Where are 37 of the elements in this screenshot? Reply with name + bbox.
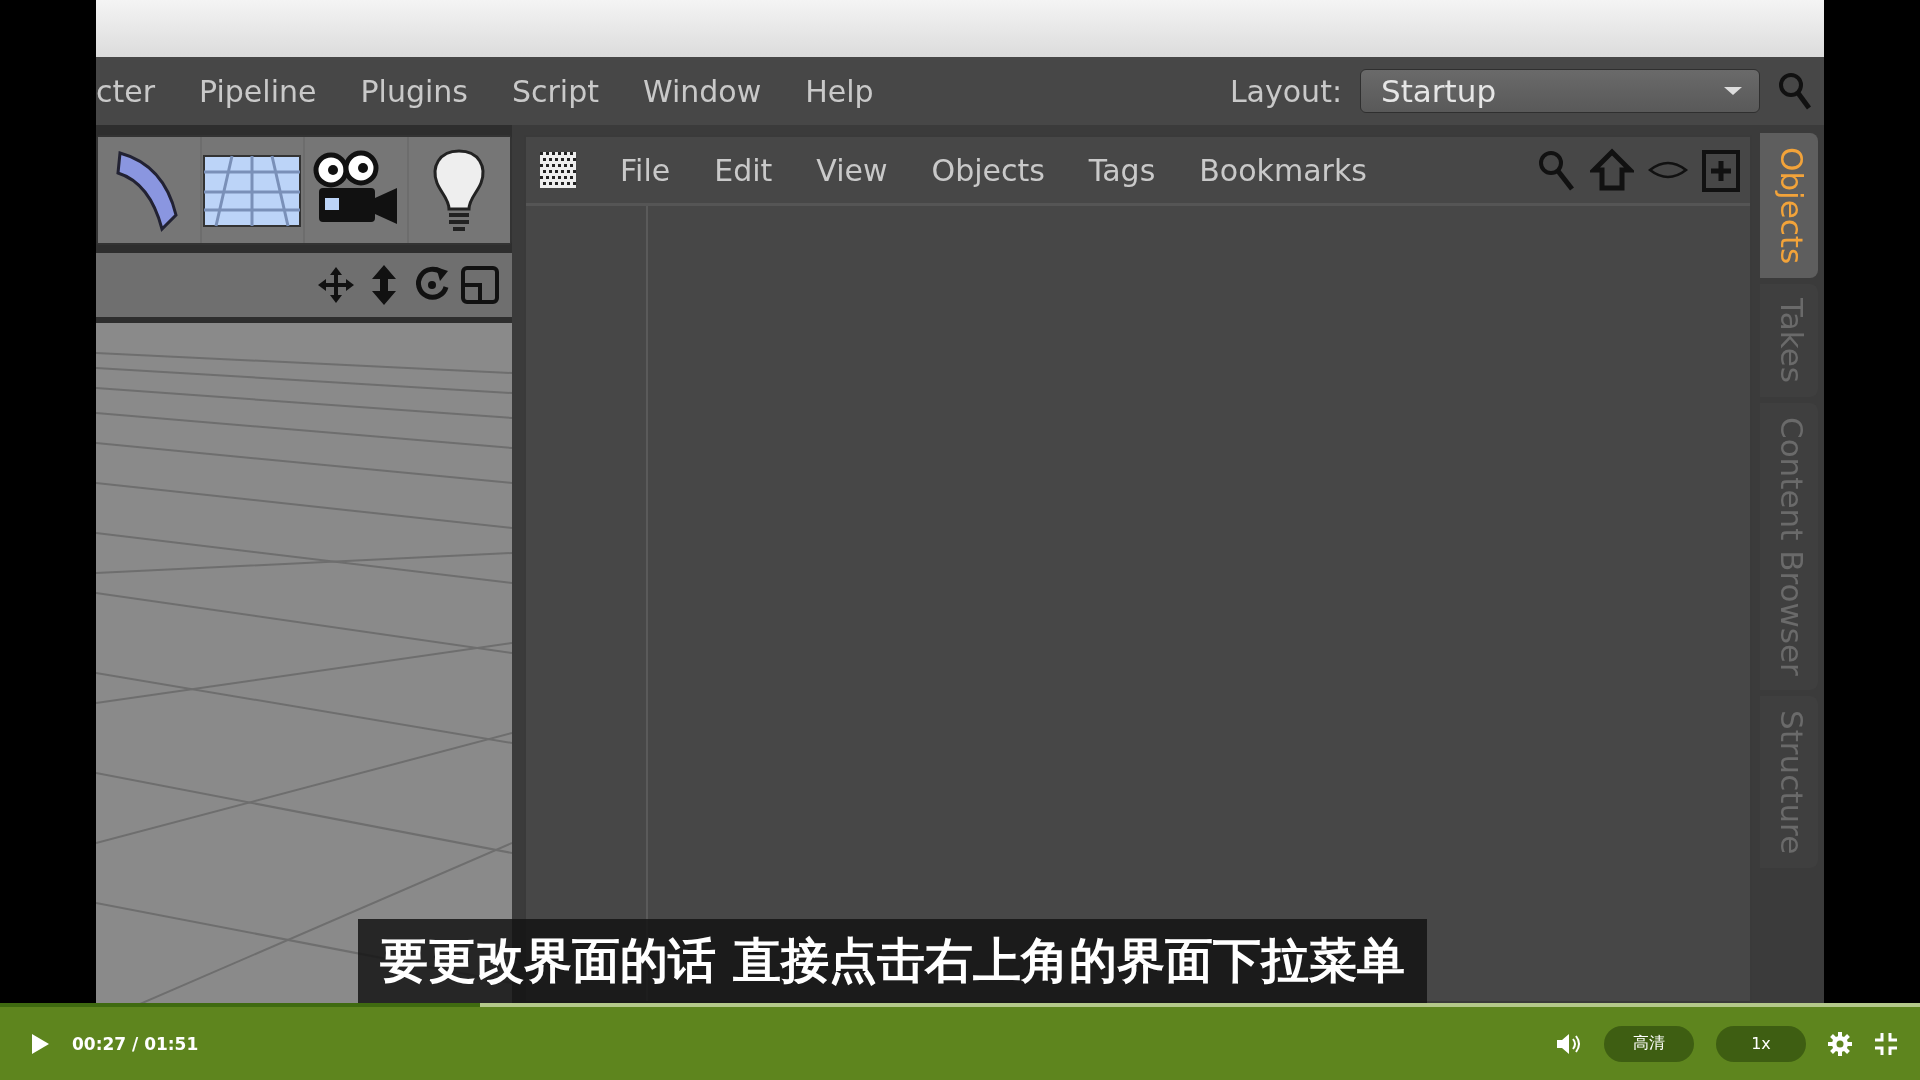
add-icon[interactable] xyxy=(1702,148,1740,192)
menu-item[interactable]: Help xyxy=(805,73,874,109)
light-tool-button[interactable] xyxy=(408,137,510,243)
layout-dropdown[interactable]: Startup xyxy=(1360,69,1760,113)
caret-icon xyxy=(1723,86,1743,96)
menu-item[interactable]: Bookmarks xyxy=(1199,152,1367,188)
menu-item[interactable]: Window xyxy=(642,73,762,109)
panel-tab[interactable]: Objects xyxy=(1760,133,1818,279)
camera-tool-button[interactable] xyxy=(305,137,407,243)
window-icon[interactable] xyxy=(460,265,500,305)
menu-item[interactable]: Script xyxy=(511,73,599,109)
menu-item[interactable]: Tags xyxy=(1088,152,1156,188)
menu-item[interactable]: Edit xyxy=(714,152,773,188)
menu-item[interactable]: cter xyxy=(96,73,156,109)
time-display: 00:27 / 01:51 xyxy=(72,1033,199,1054)
grid-icon[interactable] xyxy=(540,152,576,188)
subtitle-caption: 要更改界面的话 直接点击右上角的界面下拉菜单 xyxy=(358,919,1427,1003)
move-icon[interactable] xyxy=(316,265,356,305)
layout-label: Layout: xyxy=(1229,73,1342,109)
menu-item[interactable]: Plugins xyxy=(360,73,468,109)
floor-tool-button[interactable] xyxy=(201,137,303,243)
menu-item[interactable]: Objects xyxy=(931,152,1045,188)
search-icon[interactable] xyxy=(1778,71,1812,111)
home-icon[interactable] xyxy=(1590,148,1634,192)
bend-tool-button[interactable] xyxy=(98,137,200,243)
menu-item[interactable]: Pipeline xyxy=(199,73,317,109)
menu-item[interactable]: File xyxy=(620,152,671,188)
play-icon[interactable] xyxy=(30,1032,50,1055)
eye-icon[interactable] xyxy=(1648,160,1688,180)
exit-fullscreen-icon[interactable] xyxy=(1874,1031,1898,1056)
quality-button[interactable]: 高清 xyxy=(1604,1025,1694,1062)
floor-grid-icon xyxy=(202,152,303,228)
search-icon[interactable] xyxy=(1538,149,1576,191)
progress-bar[interactable] xyxy=(0,1003,1920,1007)
menu-item[interactable]: View xyxy=(816,152,888,188)
speed-button[interactable]: 1x xyxy=(1716,1025,1806,1062)
volume-icon[interactable] xyxy=(1556,1032,1582,1055)
